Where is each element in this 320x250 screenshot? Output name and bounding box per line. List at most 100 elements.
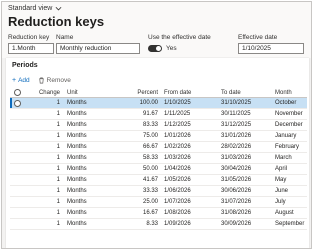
chevron-down-icon xyxy=(55,6,62,10)
reduction-key-label: Reduction key xyxy=(8,34,50,41)
table-row[interactable]: 1 Months 58.33 1/03/2026 31/03/2026 March xyxy=(10,153,307,164)
name-label: Name xyxy=(56,34,74,41)
change-cell: 1 xyxy=(56,155,60,161)
grid-body: 1 Months 100.00 1/10/2025 31/10/2025 October 1… xyxy=(10,98,307,230)
table-row[interactable]: 1 Months 41.67 1/05/2026 31/05/2026 May xyxy=(10,175,307,186)
to-date-cell: 31/05/2026 xyxy=(221,177,252,183)
add-button-label: Add xyxy=(18,77,30,84)
from-date-cell: 1/02/2026 xyxy=(164,144,191,150)
month-cell: July xyxy=(275,199,286,205)
add-button[interactable]: + Add xyxy=(12,77,30,84)
to-date-cell: 31/12/2025 xyxy=(221,122,252,128)
periods-title: Periods xyxy=(12,62,38,69)
to-date-cell: 31/10/2025 xyxy=(221,100,252,106)
percent-cell: 16.67 xyxy=(142,210,158,216)
column-header-change[interactable]: Change xyxy=(24,90,64,96)
column-header-month[interactable]: Month xyxy=(274,90,307,96)
name-input[interactable]: Monthly reduction xyxy=(56,43,140,54)
unit-cell: Months xyxy=(67,221,87,227)
change-cell: 1 xyxy=(56,100,60,106)
table-row[interactable]: 1 Months 66.67 1/02/2026 28/02/2026 February xyxy=(10,142,307,153)
to-date-cell: 31/03/2026 xyxy=(221,155,252,161)
table-row[interactable]: 1 Months 100.00 1/10/2025 31/10/2025 October xyxy=(10,98,307,109)
view-selector[interactable]: Standard view xyxy=(8,5,62,12)
from-date-cell: 1/07/2026 xyxy=(164,199,191,205)
percent-cell: 58.33 xyxy=(142,155,158,161)
remove-button-label: Remove xyxy=(46,77,71,84)
percent-cell: 91.67 xyxy=(142,111,158,117)
to-date-cell: 31/01/2026 xyxy=(221,133,252,139)
month-cell: June xyxy=(275,188,289,194)
column-header-from-date[interactable]: From date xyxy=(162,90,219,96)
select-all-cell[interactable] xyxy=(10,89,24,96)
change-cell: 1 xyxy=(56,188,60,194)
from-date-cell: 1/05/2026 xyxy=(164,177,191,183)
reduction-key-field: Reduction key 1.Month xyxy=(8,33,54,54)
row-select-radio[interactable] xyxy=(13,99,21,107)
to-date-cell: 30/09/2026 xyxy=(221,221,252,227)
table-row[interactable]: 1 Months 33.33 1/06/2026 30/06/2026 June xyxy=(10,186,307,197)
plus-icon: + xyxy=(12,77,17,84)
unit-cell: Months xyxy=(67,199,87,205)
to-date-cell: 30/04/2026 xyxy=(221,166,252,172)
month-cell: March xyxy=(275,155,292,161)
month-cell: August xyxy=(275,210,294,216)
periods-grid: Change Unit Percent From date To date Mo… xyxy=(10,88,307,230)
to-date-cell: 30/06/2026 xyxy=(221,188,252,194)
percent-cell: 100.00 xyxy=(139,100,158,106)
percent-cell: 66.67 xyxy=(142,144,158,150)
trash-icon xyxy=(38,77,44,84)
change-cell: 1 xyxy=(56,133,60,139)
table-row[interactable]: 1 Months 25.00 1/07/2026 31/07/2026 July xyxy=(10,197,307,208)
percent-cell: 50.00 xyxy=(142,166,158,172)
change-cell: 1 xyxy=(56,166,60,172)
periods-panel: Periods + Add Remove Change Unit Percent xyxy=(6,58,309,248)
effective-date-input[interactable]: 1/10/2025 xyxy=(238,43,304,54)
from-date-cell: 1/04/2026 xyxy=(164,166,191,172)
unit-cell: Months xyxy=(67,210,87,216)
reduction-key-input[interactable]: 1.Month xyxy=(8,43,54,54)
use-effective-date-toggle[interactable] xyxy=(148,45,162,52)
change-cell: 1 xyxy=(56,177,60,183)
month-cell: February xyxy=(275,144,300,150)
from-date-cell: 1/10/2025 xyxy=(164,100,191,106)
column-header-percent[interactable]: Percent xyxy=(130,90,162,96)
change-cell: 1 xyxy=(56,221,60,227)
from-date-cell: 1/03/2026 xyxy=(164,155,191,161)
name-field: Name Monthly reduction xyxy=(56,33,140,54)
effective-date-field: Effective date 1/10/2025 xyxy=(238,33,304,54)
month-cell: January xyxy=(275,133,297,139)
table-row[interactable]: 1 Months 75.00 1/01/2026 31/01/2026 January xyxy=(10,131,307,142)
table-row[interactable]: 1 Months 91.67 1/11/2025 30/11/2025 November xyxy=(10,109,307,120)
column-header-to-date[interactable]: To date xyxy=(219,90,274,96)
effective-date-label: Effective date xyxy=(238,34,278,41)
percent-cell: 75.00 xyxy=(142,133,158,139)
column-header-unit[interactable]: Unit xyxy=(64,90,130,96)
change-cell: 1 xyxy=(56,144,60,150)
change-cell: 1 xyxy=(56,111,60,117)
from-date-cell: 1/08/2026 xyxy=(164,210,191,216)
select-all-radio[interactable] xyxy=(13,89,21,96)
window-frame: Standard view Reduction keys Reduction k… xyxy=(1,1,312,249)
row-select-cell[interactable] xyxy=(10,99,24,107)
unit-cell: Months xyxy=(67,155,87,161)
table-row[interactable]: 1 Months 50.00 1/04/2026 30/04/2026 April xyxy=(10,164,307,175)
table-row[interactable]: 1 Months 8.33 1/09/2026 30/09/2026 September xyxy=(10,219,307,230)
table-row[interactable]: 1 Months 83.33 1/12/2025 31/12/2025 December xyxy=(10,120,307,131)
to-date-cell: 31/07/2026 xyxy=(221,199,252,205)
from-date-cell: 1/11/2025 xyxy=(164,111,191,117)
from-date-cell: 1/06/2026 xyxy=(164,188,191,194)
to-date-cell: 28/02/2026 xyxy=(221,144,252,150)
use-effective-date-field: Use the effective date Yes xyxy=(148,33,228,53)
month-cell: November xyxy=(275,111,303,117)
change-cell: 1 xyxy=(56,199,60,205)
use-effective-date-value: Yes xyxy=(166,45,177,52)
month-cell: May xyxy=(275,177,287,183)
remove-button[interactable]: Remove xyxy=(38,77,71,84)
from-date-cell: 1/01/2026 xyxy=(164,133,191,139)
page-title: Reduction keys xyxy=(8,14,105,29)
percent-cell: 33.33 xyxy=(142,188,158,194)
unit-cell: Months xyxy=(67,144,87,150)
grid-header-row: Change Unit Percent From date To date Mo… xyxy=(10,88,307,98)
table-row[interactable]: 1 Months 16.67 1/08/2026 31/08/2026 August xyxy=(10,208,307,219)
